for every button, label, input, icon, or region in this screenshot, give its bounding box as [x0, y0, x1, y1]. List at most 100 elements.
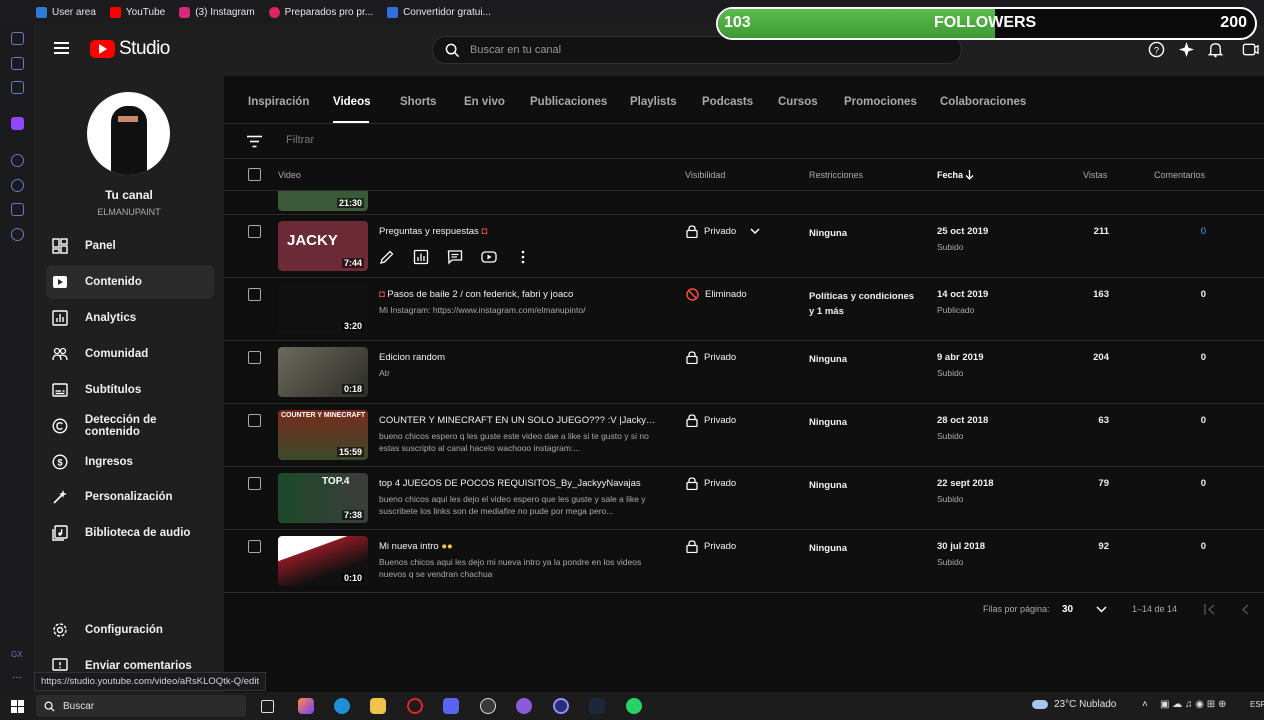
table-row[interactable]: 3:20 ◘ Pasos de baile 2 / con federick, …	[224, 278, 1264, 341]
nav-item-biblioteca[interactable]: Biblioteca de audio	[46, 516, 214, 550]
video-thumbnail[interactable]: 3:20	[278, 284, 368, 334]
play-icon[interactable]	[11, 154, 24, 167]
nav-item-analytics[interactable]: Analytics	[46, 301, 214, 335]
visibility-dropdown[interactable]: Privado	[686, 351, 736, 364]
help-icon[interactable]: ?	[1148, 41, 1165, 58]
twitch-icon[interactable]	[11, 117, 24, 130]
video-title[interactable]: Preguntas y respuestas ◘	[379, 226, 659, 237]
video-thumbnail[interactable]: 21:30	[278, 191, 368, 211]
chevron-up-icon[interactable]: ˄	[1142, 699, 1148, 710]
video-thumbnail[interactable]: 0:18	[278, 347, 368, 397]
table-row[interactable]: 21:30	[224, 191, 1264, 215]
more-options-icon[interactable]	[515, 249, 531, 265]
filter-input[interactable]	[286, 134, 686, 146]
table-row[interactable]: TOP.4 7:38 top 4 JUEGOS DE POCOS REQUISI…	[224, 467, 1264, 530]
col-date[interactable]: Fecha	[937, 170, 963, 180]
nav-item-configuracion[interactable]: Configuración	[46, 613, 214, 647]
channel-avatar[interactable]	[87, 92, 170, 175]
tab-en-vivo[interactable]: En vivo	[464, 96, 505, 108]
bookmark-convertidor[interactable]: Convertidor gratui...	[387, 6, 491, 18]
search-box[interactable]	[432, 36, 962, 64]
row-checkbox[interactable]	[248, 477, 261, 490]
nav-item-comunidad[interactable]: Comunidad	[46, 337, 214, 371]
search-input[interactable]	[470, 44, 910, 56]
video-title[interactable]: Edicion random	[379, 352, 659, 363]
table-row[interactable]: JACKY 7:44 Preguntas y respuestas ◘ Priv…	[224, 215, 1264, 278]
windows-start-icon[interactable]	[11, 700, 24, 713]
file-explorer-icon[interactable]	[370, 698, 386, 714]
weather-widget[interactable]: 23°C Nublado	[1032, 699, 1116, 710]
filter-icon[interactable]	[247, 135, 262, 148]
video-title[interactable]: COUNTER Y MINECRAFT EN UN SOLO JUEGO??? …	[379, 415, 659, 426]
notifications-icon[interactable]	[1207, 41, 1224, 58]
language-indicator[interactable]: ESP	[1250, 700, 1264, 709]
sort-arrow-down-icon[interactable]	[965, 170, 974, 180]
taskbar-search[interactable]: Buscar	[36, 695, 246, 717]
obs-icon[interactable]	[480, 698, 496, 714]
tray-icons[interactable]: ▣ ☁ ♫ ◉ ⊞ ⊕	[1160, 699, 1226, 710]
video-thumbnail[interactable]: 0:10	[278, 536, 368, 586]
menu-icon[interactable]	[54, 42, 69, 54]
tab-cursos[interactable]: Cursos	[778, 96, 818, 108]
table-row[interactable]: COUNTER Y MINECRAFT 15:59 COUNTER Y MINE…	[224, 404, 1264, 467]
sparkle-icon[interactable]	[1178, 41, 1195, 58]
bookmark-preparados[interactable]: Preparados pro pr...	[268, 6, 373, 18]
video-thumbnail[interactable]: COUNTER Y MINECRAFT 15:59	[278, 410, 368, 460]
nav-item-contenido[interactable]: Contenido	[46, 265, 214, 299]
settings-icon[interactable]	[11, 228, 24, 241]
video-thumbnail[interactable]: JACKY 7:44	[278, 221, 368, 271]
row-checkbox[interactable]	[248, 540, 261, 553]
opera-gx-icon[interactable]	[407, 698, 423, 714]
edit-icon[interactable]	[379, 249, 395, 265]
tab-shorts[interactable]: Shorts	[400, 96, 436, 108]
comments-icon[interactable]	[447, 249, 463, 265]
first-page-icon[interactable]	[1204, 604, 1216, 615]
table-row[interactable]: 0:18 Edicion random Atr Privado Ninguna …	[224, 341, 1264, 404]
history-icon[interactable]	[11, 179, 24, 192]
select-all-checkbox[interactable]	[248, 168, 261, 181]
sidebar-app-icon[interactable]	[11, 81, 24, 94]
tab-colaboraciones[interactable]: Colaboraciones	[940, 96, 1026, 108]
visibility-dropdown[interactable]: Privado	[686, 540, 736, 553]
row-checkbox[interactable]	[248, 288, 261, 301]
rows-per-page-select[interactable]: 30	[1062, 604, 1073, 615]
video-title[interactable]: Mi nueva intro ●●	[379, 541, 659, 552]
tab-publicaciones[interactable]: Publicaciones	[530, 96, 607, 108]
extensions-icon[interactable]	[11, 203, 24, 216]
twitch-chat-icon[interactable]	[516, 698, 532, 714]
app-icon[interactable]	[553, 698, 569, 714]
sidebar-app-icon[interactable]	[11, 57, 24, 70]
video-title[interactable]: top 4 JUEGOS DE POCOS REQUISITOS_By_Jack…	[379, 478, 659, 489]
visibility-dropdown[interactable]: Privado	[686, 477, 736, 490]
row-checkbox[interactable]	[248, 225, 261, 238]
nav-item-personalizacion[interactable]: Personalización	[46, 480, 214, 514]
edge-icon[interactable]	[334, 698, 350, 714]
nav-item-panel[interactable]: Panel	[46, 229, 214, 263]
more-icon[interactable]: ···	[12, 672, 22, 683]
visibility-dropdown[interactable]: Privado	[686, 414, 736, 427]
tab-podcasts[interactable]: Podcasts	[702, 96, 753, 108]
row-checkbox[interactable]	[248, 414, 261, 427]
video-title[interactable]: ◘ Pasos de baile 2 / con federick, fabri…	[379, 289, 659, 300]
studio-logo[interactable]: Studio	[90, 38, 170, 60]
restrictions-value[interactable]: Políticas y condiciones y 1 más	[809, 289, 919, 319]
gx-icon[interactable]: GX	[11, 650, 23, 659]
task-view-icon[interactable]	[261, 700, 274, 713]
chevron-down-icon[interactable]	[1096, 606, 1107, 613]
create-icon[interactable]	[1242, 41, 1259, 58]
bookmark-youtube[interactable]: YouTube	[109, 6, 165, 18]
tab-playlists[interactable]: Playlists	[630, 96, 677, 108]
bookmark-instagram[interactable]: (3) Instagram	[179, 6, 255, 18]
nav-item-ingresos[interactable]: $ Ingresos	[46, 445, 214, 479]
video-comments[interactable]: 0	[1184, 226, 1206, 237]
sidebar-app-icon[interactable]	[11, 32, 24, 45]
bookmark-user-area[interactable]: User area	[36, 6, 96, 18]
nav-item-deteccion[interactable]: Detección de contenido	[46, 409, 214, 443]
steam-icon[interactable]	[589, 698, 605, 714]
visibility-dropdown[interactable]: Privado	[686, 225, 760, 238]
row-checkbox[interactable]	[248, 351, 261, 364]
table-row[interactable]: 0:10 Mi nueva intro ●● Buenos chicos aqu…	[224, 530, 1264, 593]
tab-inspiracion[interactable]: Inspiración	[248, 96, 309, 108]
tab-promociones[interactable]: Promociones	[844, 96, 917, 108]
previous-page-icon[interactable]	[1240, 604, 1250, 615]
